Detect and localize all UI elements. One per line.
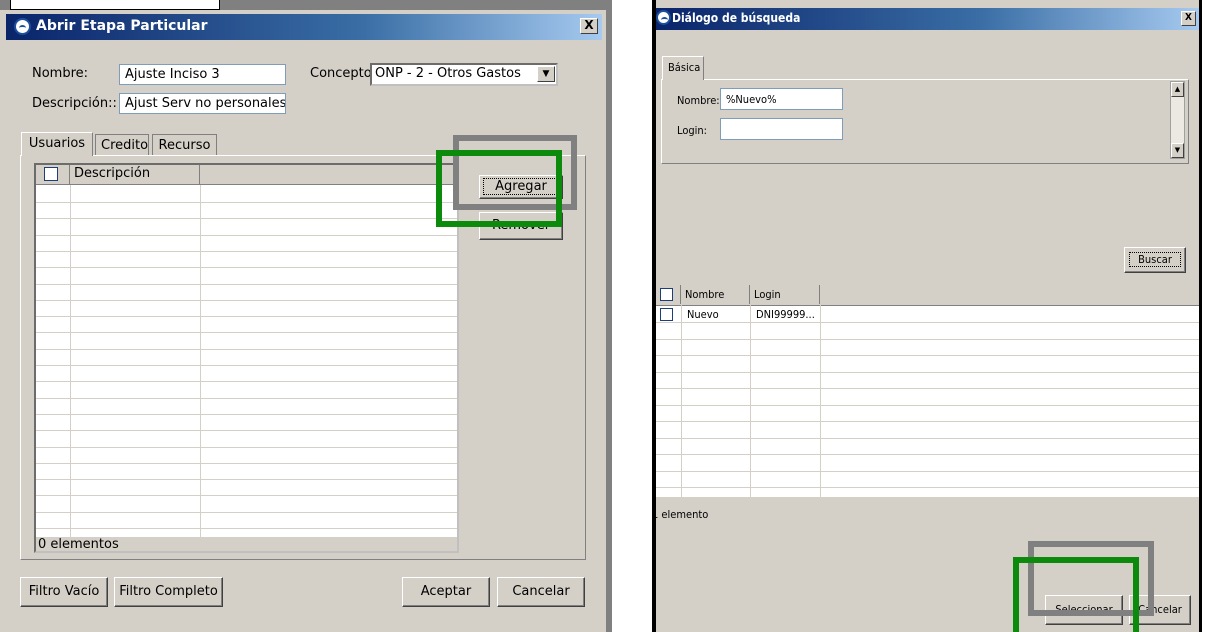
count-text: 1 elemento: [652, 508, 709, 521]
grid-row-line: [36, 234, 457, 236]
row-checkbox[interactable]: [660, 308, 673, 321]
grid-row-line: [36, 299, 457, 301]
login-column-header[interactable]: Login: [750, 285, 820, 304]
grid-row-line: [36, 495, 457, 497]
descripcion-column-header[interactable]: Descripción: [70, 165, 200, 184]
grid-row-line: [36, 218, 457, 220]
window-right-gap: [1200, 0, 1220, 632]
filtro-vacio-button[interactable]: Filtro Vacío: [20, 577, 108, 607]
usuarios-grid: Descripción 0 elementos: [34, 163, 459, 553]
grid-header: Nombre Login: [656, 285, 1199, 306]
grid-row-line: [656, 338, 1199, 340]
title-bar: Abrir Etapa Particular X: [6, 14, 602, 40]
buscar-label: Buscar: [1129, 252, 1181, 267]
tab-credito[interactable]: Credito: [95, 134, 149, 155]
concepto-label: Concepto: [310, 66, 372, 81]
grid-row-line: [656, 355, 1199, 356]
table-row[interactable]: Nuevo DNI99999...: [656, 307, 1199, 323]
concepto-value: ONP - 2 - Otros Gastos: [375, 66, 521, 81]
grid-column-line: [681, 305, 682, 497]
close-icon[interactable]: X: [580, 18, 598, 34]
select-all-cell: [36, 165, 70, 184]
nombre-field[interactable]: Ajuste Inciso 3: [119, 64, 286, 85]
nombre-field[interactable]: %Nuevo%: [720, 88, 843, 110]
grid-row-line: [36, 381, 457, 383]
title-bar: Diálogo de búsqueda X: [656, 8, 1199, 30]
select-all-cell: [656, 285, 681, 304]
grid-row-line: [656, 437, 1199, 439]
grid-row-line: [36, 413, 457, 415]
close-icon[interactable]: X: [1181, 11, 1196, 26]
tab-recurso[interactable]: Recurso: [152, 134, 217, 155]
highlight-green-box: [1013, 557, 1139, 632]
grid-row-line: [36, 511, 457, 513]
grid-row-line: [656, 371, 1199, 373]
grid-column-line: [820, 305, 821, 497]
app-logo-icon: [656, 10, 671, 25]
grid-row-line: [656, 388, 1199, 389]
window-gap: [612, 0, 652, 632]
login-label: Login:: [677, 124, 708, 137]
aceptar-button[interactable]: Aceptar: [402, 577, 490, 607]
grid-row-line: [36, 397, 457, 399]
grid-header: Descripción: [36, 165, 457, 185]
descripcion-field[interactable]: Ajust Serv no personales: [119, 93, 286, 114]
grid-row-line: [36, 479, 457, 481]
nombre-label: Nombre:: [677, 94, 720, 107]
tab-usuarios[interactable]: Usuarios: [21, 132, 93, 156]
grid-row-line: [36, 316, 457, 318]
tab-basica[interactable]: Básica: [662, 56, 704, 80]
row-nombre: Nuevo: [687, 308, 719, 321]
grid-row-line: [36, 348, 457, 350]
login-field[interactable]: [720, 118, 843, 140]
chevron-down-icon[interactable]: ▼: [537, 66, 555, 82]
grid-row-line: [656, 470, 1199, 472]
grid-row-line: [656, 487, 1199, 488]
grid-row-line: [36, 446, 457, 448]
concepto-select[interactable]: ONP - 2 - Otros Gastos ▼: [370, 63, 558, 86]
row-login: DNI99999...: [756, 308, 815, 321]
cancelar-button[interactable]: Cancelar: [497, 577, 585, 607]
grid-row-line: [36, 430, 457, 432]
window-top-gap: [10, 0, 220, 10]
grid-row-line: [36, 202, 457, 203]
grid-row-line: [656, 454, 1199, 455]
scroll-up-icon[interactable]: ▲: [1171, 82, 1184, 97]
scrollbar[interactable]: ▲ ▼: [1170, 81, 1185, 159]
descripcion-label: Descripción::: [32, 96, 117, 111]
select-all-checkbox[interactable]: [44, 167, 58, 181]
window-right-border: [1199, 0, 1202, 632]
grid-row-line: [36, 528, 457, 529]
grid-row-line: [656, 404, 1199, 406]
grid-row-line: [36, 365, 457, 366]
count-text: 0 elementos: [36, 537, 457, 551]
buscar-button[interactable]: Buscar: [1124, 247, 1186, 273]
grid-row-line: [36, 462, 457, 464]
scroll-down-icon[interactable]: ▼: [1171, 143, 1184, 158]
select-all-checkbox[interactable]: [660, 288, 673, 301]
window-title: Diálogo de búsqueda: [672, 11, 801, 25]
grid-row-line: [36, 250, 457, 252]
abrir-etapa-dialog: Abrir Etapa Particular X Nombre: Ajuste …: [0, 0, 608, 632]
grid-row-line: [36, 283, 457, 285]
busqueda-dialog: Diálogo de búsqueda X Básica Nombre: %Nu…: [652, 0, 1220, 632]
highlight-green-box: [436, 150, 562, 227]
filtro-completo-button[interactable]: Filtro Completo: [114, 577, 223, 607]
nombre-column-header[interactable]: Nombre: [681, 285, 750, 304]
grid-row-line: [36, 332, 457, 334]
results-grid: Nombre Login Nuevo DNI99999...: [656, 285, 1199, 497]
grid-row-line: [36, 267, 457, 269]
grid-column-line: [750, 305, 751, 497]
window-title: Abrir Etapa Particular: [36, 18, 208, 34]
app-logo-icon: [14, 18, 31, 35]
grid-row-line: [656, 421, 1199, 422]
nombre-label: Nombre:: [32, 66, 89, 81]
